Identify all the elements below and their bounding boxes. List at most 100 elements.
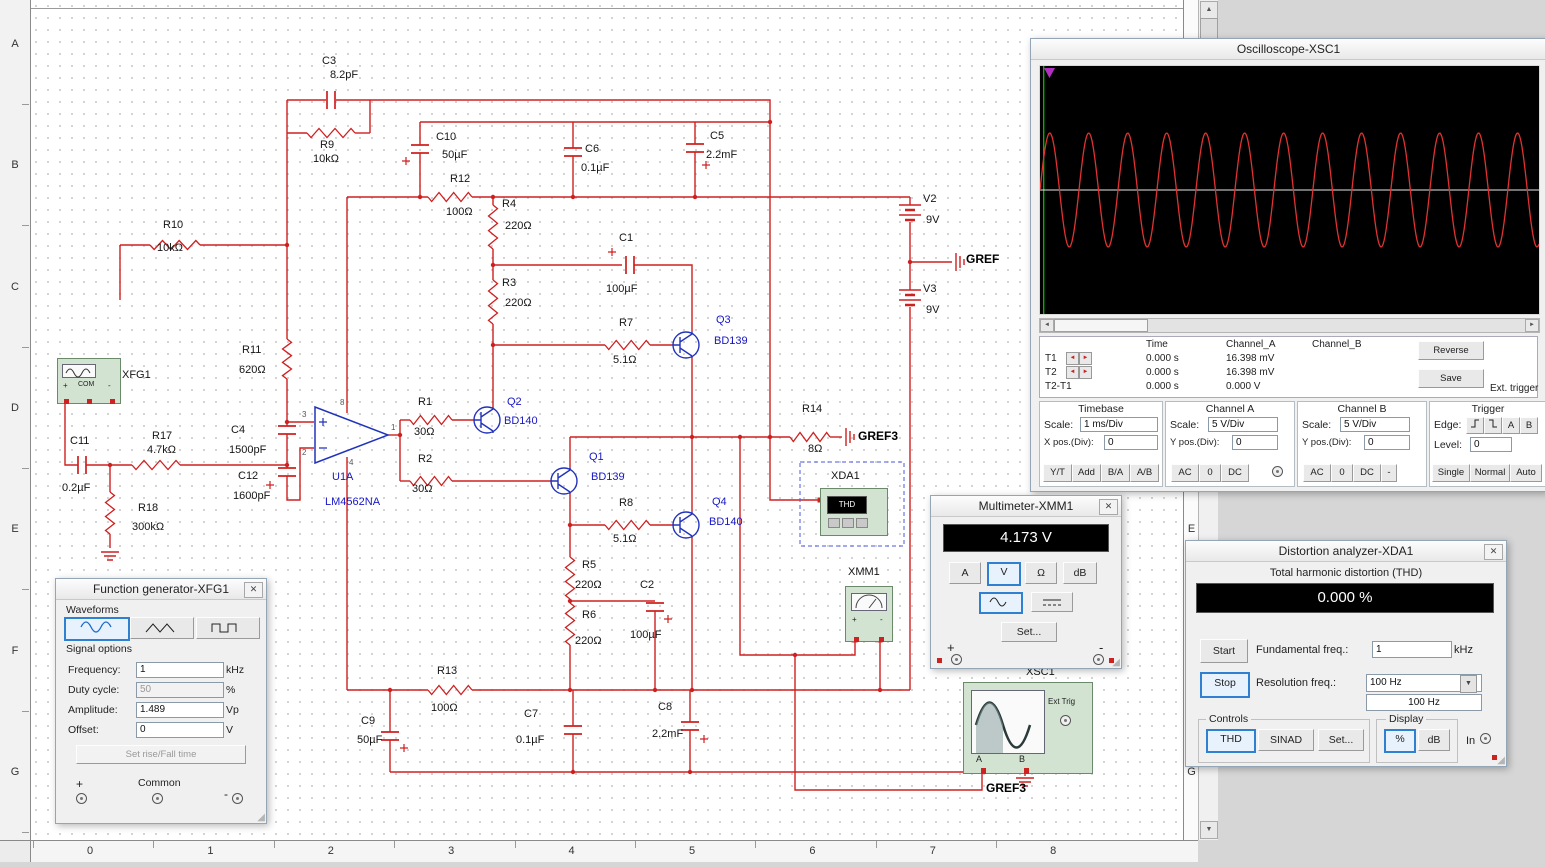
scroll-up-icon[interactable]: ▲ [1200,1,1218,19]
timebase-xpos-input[interactable]: 0 [1104,435,1158,450]
frequency-input[interactable]: 1 [136,662,224,678]
single-button[interactable]: Single [1432,464,1470,482]
timebase-scale-input[interactable]: 1 ms/Div [1080,417,1158,432]
t2-right-icon[interactable]: ► [1079,366,1092,379]
ruler-row-label: G [10,765,20,778]
t2-left-icon[interactable]: ◄ [1066,366,1079,379]
channel-b-ypos-label: Y pos.(Div): [1302,437,1352,448]
distortion-analyzer-titlebar[interactable]: Distortion analyzer-XDA1 [1186,541,1506,562]
close-icon[interactable]: ✕ [1484,544,1503,560]
sine-wave-button[interactable] [64,617,130,641]
channel-b-minus-button[interactable]: - [1381,464,1397,482]
ruler-col-label: 8 [1050,845,1057,857]
chevron-down-icon[interactable]: ▼ [1460,675,1477,693]
xsc1-instrument-icon[interactable]: Ext Trig A B [963,682,1093,774]
xsc1-ext-terminal[interactable] [1060,715,1071,726]
oscilloscope-titlebar[interactable]: Oscilloscope-XSC1 [1031,39,1545,60]
xda1-instrument-icon[interactable]: THD [820,488,888,536]
offset-input[interactable]: 0 [136,722,224,738]
xmm1-pin[interactable] [854,637,859,642]
channel-a-terminal[interactable] [1272,466,1283,477]
resize-grip[interactable]: ◢ [1112,657,1120,668]
channel-b-scale-input[interactable]: 5 V/Div [1340,417,1410,432]
distortion-in-pin[interactable] [1492,755,1497,760]
function-generator-titlebar[interactable]: Function generator-XFG1 [56,579,266,600]
ampere-mode-button[interactable]: A [949,562,981,584]
db-mode-button[interactable]: dB [1063,562,1097,584]
auto-button[interactable]: Auto [1510,464,1542,482]
channel-b-dc-button[interactable]: DC [1353,464,1381,482]
scrollbar-thumb[interactable] [1054,319,1148,332]
da-set-button[interactable]: Set... [1318,729,1364,751]
scroll-left-icon[interactable]: ◄ [1040,319,1054,332]
trigger-a-button[interactable]: A [1502,417,1520,434]
stop-button[interactable]: Stop [1200,672,1250,698]
close-icon[interactable]: ✕ [1099,499,1118,515]
xmm1-instrument-icon[interactable]: + - [845,586,893,642]
sinad-button[interactable]: SINAD [1258,729,1314,751]
volt-mode-button[interactable]: V [987,562,1021,586]
ba-button[interactable]: B/A [1101,464,1130,482]
fgen-minus-terminal[interactable] [232,793,243,804]
ab-button[interactable]: A/B [1130,464,1159,482]
yt-button[interactable]: Y/T [1043,464,1072,482]
resize-grip[interactable]: ◢ [257,812,265,823]
triangle-wave-button[interactable] [130,617,194,639]
resolution-freq-option[interactable]: 100 Hz [1366,694,1482,711]
ruler-col-label: 0 [86,845,94,857]
t1-left-icon[interactable]: ◄ [1066,352,1079,365]
multimeter-titlebar[interactable]: Multimeter-XMM1 [931,496,1121,517]
channel-b-ac-button[interactable]: AC [1303,464,1331,482]
normal-button[interactable]: Normal [1470,464,1510,482]
rising-edge-button[interactable] [1466,417,1484,434]
dc-mode-button[interactable] [1031,592,1073,612]
t1-cursor-marker[interactable] [1044,68,1055,78]
channel-b-ypos-input[interactable]: 0 [1364,435,1410,450]
fgen-plus-terminal[interactable] [76,793,87,804]
channel-a-zero-button[interactable]: 0 [1199,464,1221,482]
channel-a-dc-button[interactable]: DC [1221,464,1249,482]
xsc1-a-pin[interactable] [981,768,986,774]
ruler-row-label: A [11,38,19,50]
square-wave-button[interactable] [196,617,260,639]
in-terminal[interactable] [1480,733,1491,744]
channel-b-zero-button[interactable]: 0 [1331,464,1353,482]
scope-horizontal-scrollbar[interactable]: ◄ ► [1039,318,1540,333]
close-icon[interactable]: ✕ [244,582,263,598]
save-button[interactable]: Save [1418,369,1484,388]
percent-button[interactable]: % [1384,729,1416,753]
falling-edge-button[interactable] [1484,417,1502,434]
channel-a-ac-button[interactable]: AC [1171,464,1199,482]
trigger-b-button[interactable]: B [1520,417,1538,434]
fgen-common-terminal[interactable] [152,793,163,804]
plus-terminal[interactable] [951,654,962,665]
t1-right-icon[interactable]: ► [1079,352,1092,365]
resize-grip[interactable]: ◢ [1497,755,1505,766]
ruler-col-label: 2 [327,845,334,857]
xfg1-pin[interactable] [64,399,69,404]
xmm1-pin[interactable] [879,637,884,642]
minus-terminal[interactable] [1093,654,1104,665]
xfg1-pin[interactable] [87,399,92,404]
scroll-down-icon[interactable]: ▼ [1200,821,1218,839]
multimeter-plus-pin[interactable] [937,658,942,663]
channel-a-ypos-input[interactable]: 0 [1232,435,1278,450]
ohm-mode-button[interactable]: Ω [1025,562,1057,584]
xfg1-instrument-icon[interactable]: + COM - [57,358,121,404]
set-button[interactable]: Set... [1001,622,1057,642]
trigger-level-input[interactable]: 0 [1470,437,1512,452]
thd-button[interactable]: THD [1206,729,1256,753]
xfg1-pin[interactable] [110,399,115,404]
channel-a-scale-input[interactable]: 5 V/Div [1208,417,1278,432]
ac-mode-button[interactable] [979,592,1023,614]
start-button[interactable]: Start [1200,639,1248,663]
fundamental-freq-input[interactable]: 1 [1372,641,1452,658]
xmm1-icon-screen [851,593,887,611]
xsc1-b-pin[interactable] [1024,768,1029,774]
db-button[interactable]: dB [1418,729,1450,751]
amplitude-input[interactable]: 1.489 [136,702,224,718]
add-button[interactable]: Add [1072,464,1101,482]
scroll-right-icon[interactable]: ► [1525,319,1539,332]
timebase-scale-label: Scale: [1044,419,1074,431]
reverse-button[interactable]: Reverse [1418,341,1484,360]
